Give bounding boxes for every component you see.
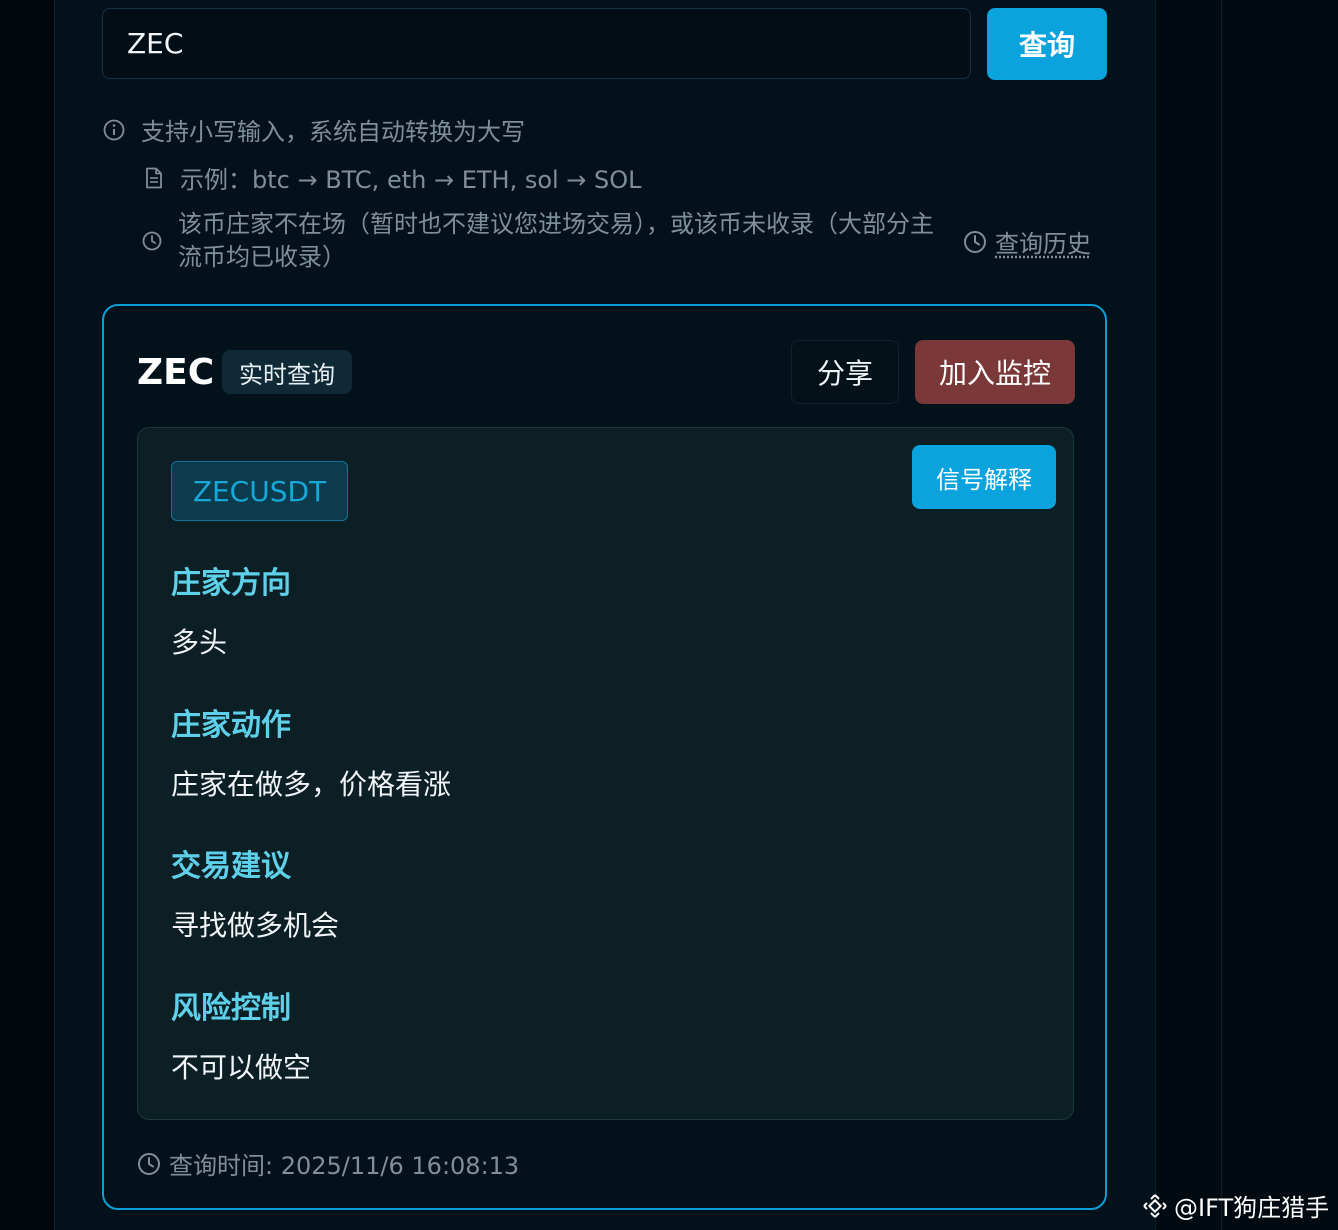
- signal-panel: ZECUSDT 信号解释 庄家方向 多头 庄家动作 庄家在做多，价格看涨 交易建…: [137, 427, 1074, 1120]
- info-icon: [103, 119, 125, 140]
- hint-not-found: 该币庄家不在场（暂时也不建议您进场交易），或该币未收录（大部分主流币均已收录）: [142, 208, 952, 274]
- hint-example: 示例：btc → BTC, eth → ETH, sol → SOL: [144, 160, 642, 195]
- query-time: 查询时间: 2025/11/6 16:08:13: [137, 1146, 519, 1181]
- hint-lowercase-text: 支持小写输入，系统自动转换为大写: [141, 118, 525, 146]
- hint-lowercase: 支持小写输入，系统自动转换为大写: [103, 112, 525, 147]
- signal-explain-button[interactable]: 信号解释: [912, 445, 1056, 509]
- section-label-direction: 庄家方向: [171, 566, 291, 601]
- trading-pair-tag[interactable]: ZECUSDT: [171, 461, 348, 521]
- page-left-gutter: [0, 0, 54, 1230]
- watermark-text: @IFT狗庄猎手: [1174, 1194, 1330, 1222]
- realtime-badge: 实时查询: [222, 350, 352, 394]
- share-button[interactable]: 分享: [791, 340, 899, 404]
- section-value-advice: 寻找做多机会: [171, 909, 340, 942]
- add-monitor-button[interactable]: 加入监控: [915, 340, 1075, 404]
- query-time-text: 查询时间: 2025/11/6 16:08:13: [169, 1152, 520, 1180]
- section-value-risk: 不可以做空: [171, 1051, 312, 1084]
- coin-title: ZEC: [137, 352, 215, 393]
- section-value-action: 庄家在做多，价格看涨: [171, 768, 452, 801]
- query-history-label: 查询历史: [995, 230, 1091, 258]
- symbol-search-input[interactable]: ZEC: [102, 8, 971, 79]
- section-value-direction: 多头: [171, 626, 228, 659]
- hint-example-text: 示例：btc → BTC, eth → ETH, sol → SOL: [180, 166, 642, 194]
- result-card: ZEC 实时查询 分享 加入监控 ZECUSDT 信号解释 庄家方向 多头 庄家…: [102, 304, 1107, 1210]
- document-icon: [146, 167, 162, 188]
- watermark: @IFT狗庄猎手: [1142, 1188, 1329, 1223]
- clock-icon: [964, 230, 986, 253]
- page-right-gutter: [1156, 0, 1338, 1230]
- hint-not-found-text: 该币庄家不在场（暂时也不建议您进场交易），或该币未收录（大部分主流币均已收录）: [178, 210, 934, 271]
- binance-logo-icon: [1143, 1193, 1167, 1218]
- clock-icon: [142, 231, 162, 251]
- divider: [1221, 0, 1222, 1230]
- section-label-advice: 交易建议: [171, 849, 291, 884]
- query-button[interactable]: 查询: [987, 8, 1107, 80]
- section-label-action: 庄家动作: [171, 708, 291, 743]
- clock-icon: [138, 1152, 160, 1175]
- section-label-risk: 风险控制: [171, 991, 291, 1026]
- query-history-link[interactable]: 查询历史: [963, 224, 1091, 259]
- search-input-value: ZEC: [127, 27, 184, 60]
